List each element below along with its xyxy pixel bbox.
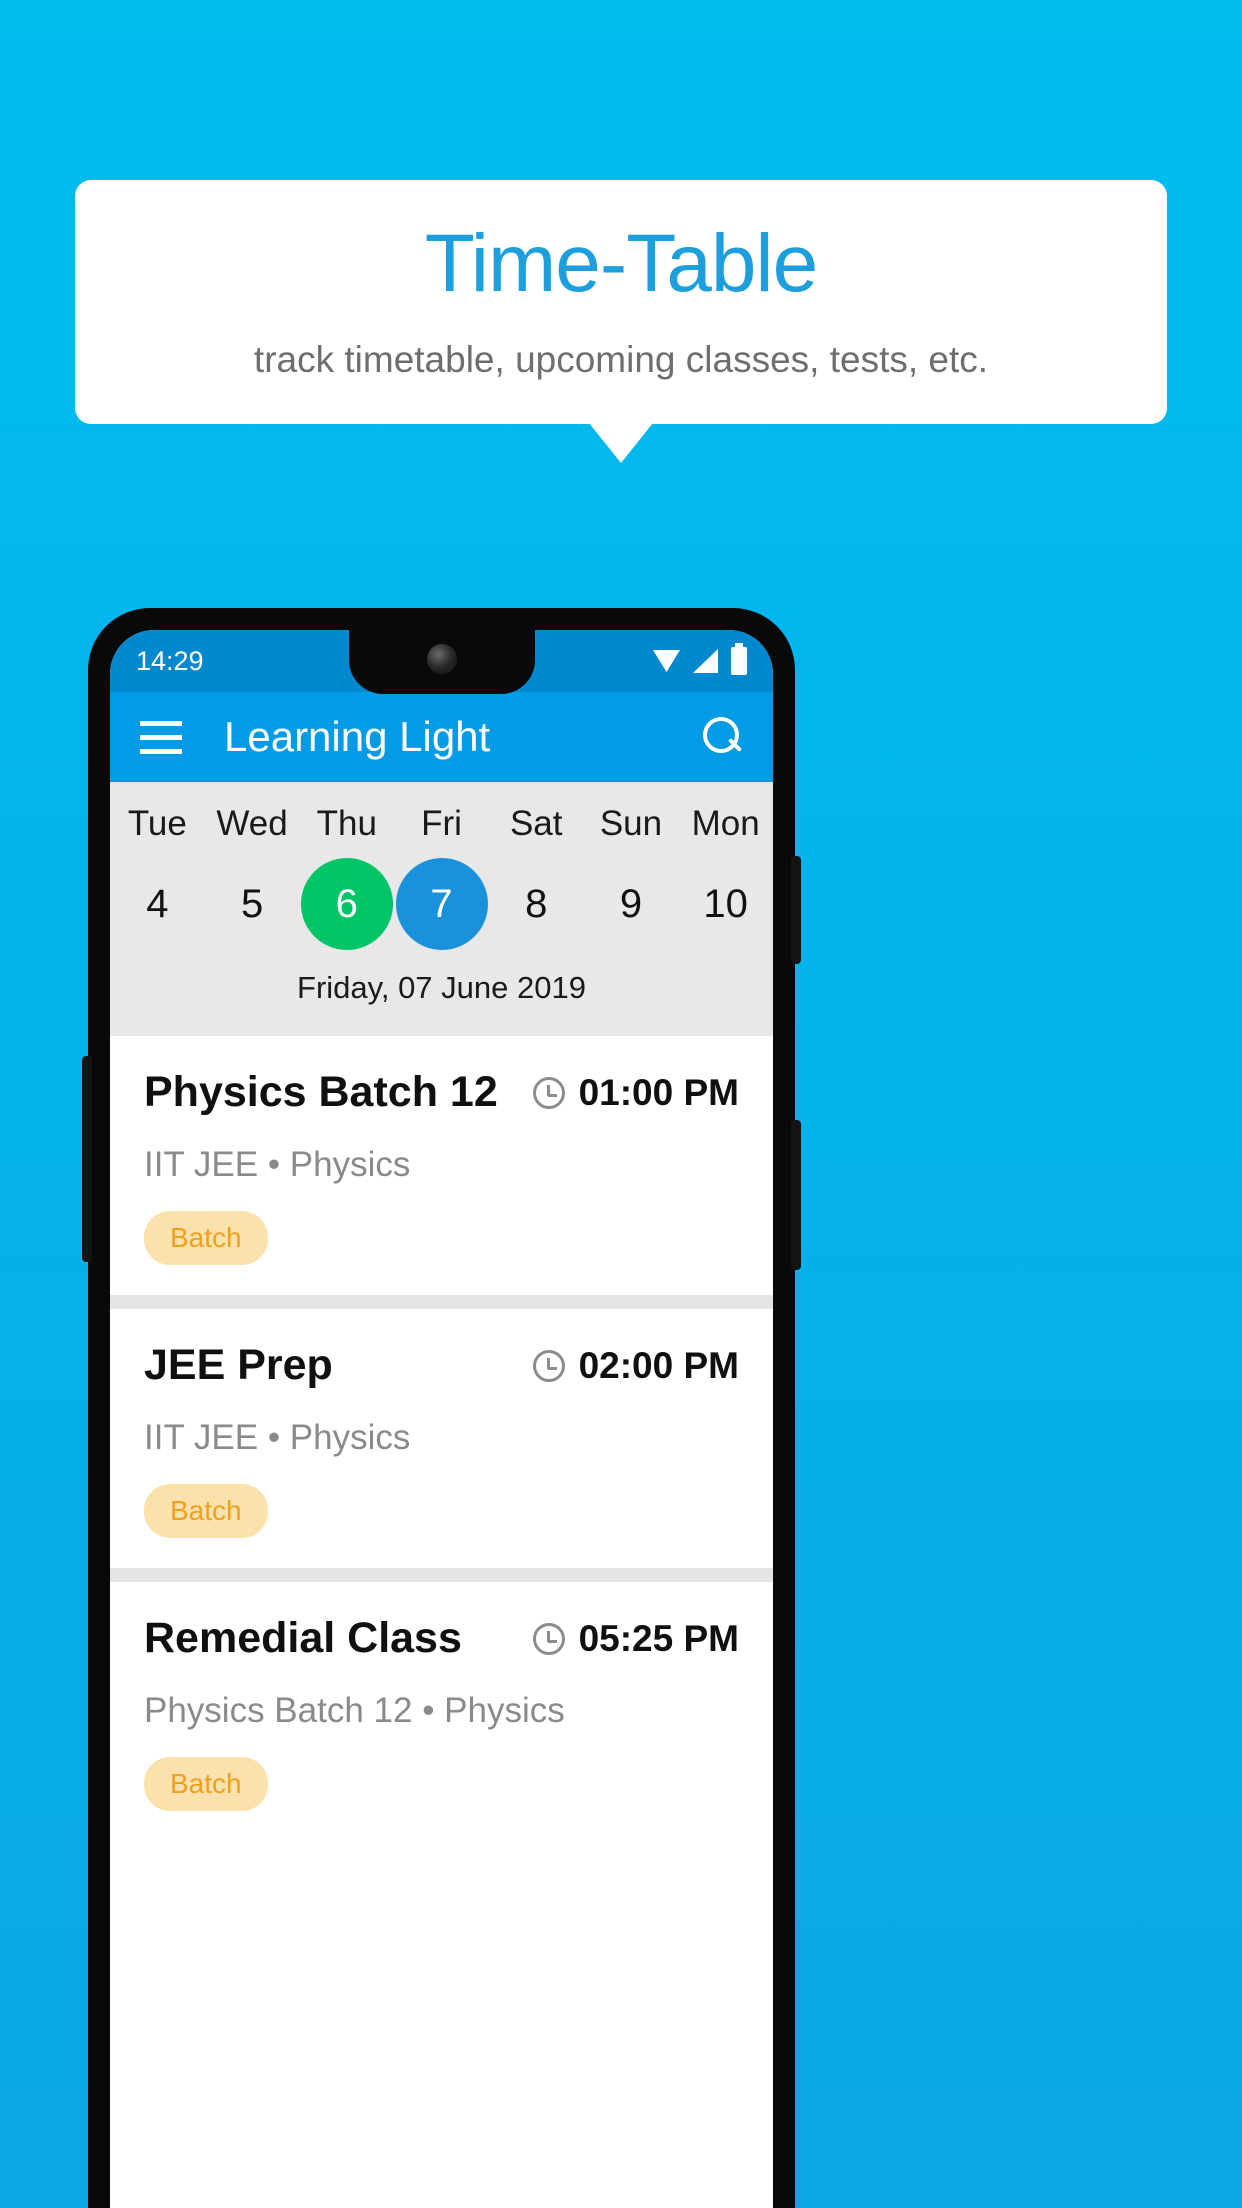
weekday-label[interactable]: Thu xyxy=(299,798,394,858)
day-number[interactable]: 10 xyxy=(680,858,772,950)
schedule-card[interactable]: JEE Prep 02:00 PM IIT JEE • Physics Batch xyxy=(110,1309,773,1568)
status-bar-clock: 14:29 xyxy=(136,645,204,676)
weekday-label[interactable]: Wed xyxy=(205,798,300,858)
weekday-label[interactable]: Sat xyxy=(489,798,584,858)
day-number-cell[interactable]: 8 xyxy=(489,858,584,950)
day-number-cell[interactable]: 6 xyxy=(299,858,394,950)
status-bar-icons xyxy=(653,643,747,675)
schedule-card-time: 01:00 PM xyxy=(532,1071,739,1114)
schedule-card-chip: Batch xyxy=(144,1484,268,1538)
day-number-cell[interactable]: 10 xyxy=(678,858,773,950)
weekday-label[interactable]: Mon xyxy=(678,798,773,858)
battery-icon xyxy=(731,643,747,675)
schedule-list: Physics Batch 12 01:00 PM IIT JEE • Physic… xyxy=(110,1036,773,1841)
phone-mockup: 14:29 Learning Light Tue Wed Thu Fri Sat Sun M… xyxy=(82,608,801,2208)
weekday-label[interactable]: Fri xyxy=(394,798,489,858)
schedule-card-header: Remedial Class 05:25 PM xyxy=(144,1614,739,1663)
promo-card-tail xyxy=(589,423,653,463)
schedule-card-subtitle: IIT JEE • Physics xyxy=(144,1418,411,1457)
day-numbers-row: 4 5 6 7 8 9 10 xyxy=(110,858,773,950)
day-number-today[interactable]: 6 xyxy=(300,858,393,950)
schedule-card-time: 02:00 PM xyxy=(532,1344,739,1387)
page-subtitle: track timetable, upcoming classes, tests… xyxy=(253,339,989,380)
day-number[interactable]: 9 xyxy=(585,858,677,950)
weekday-label[interactable]: Tue xyxy=(110,798,205,858)
schedule-card-title: Remedial Class xyxy=(144,1614,462,1662)
schedule-card-chip: Batch xyxy=(144,1211,268,1265)
schedule-card-title: Physics Batch 12 xyxy=(144,1068,498,1116)
selected-date-label: Friday, 07 June 2019 xyxy=(297,970,586,1005)
wifi-icon xyxy=(653,650,680,672)
schedule-card-time-value: 05:25 PM xyxy=(578,1617,739,1659)
schedule-card-header: Physics Batch 12 01:00 PM xyxy=(144,1068,739,1117)
hamburger-bar xyxy=(140,720,182,726)
day-number[interactable]: 5 xyxy=(206,858,298,950)
clock-icon xyxy=(532,1076,565,1109)
weekday-label[interactable]: Sun xyxy=(584,798,679,858)
schedule-card-subtitle: IIT JEE • Physics xyxy=(144,1145,411,1184)
app-bar-title: Learning Light xyxy=(224,713,491,760)
day-number[interactable]: 4 xyxy=(111,858,203,950)
schedule-card-subtitle: Physics Batch 12 • Physics xyxy=(144,1691,565,1730)
day-number-cell[interactable]: 4 xyxy=(110,858,205,950)
schedule-card-title: JEE Prep xyxy=(144,1341,333,1389)
hamburger-icon[interactable] xyxy=(140,720,182,754)
clock-icon xyxy=(532,1349,565,1382)
day-number-cell[interactable]: 9 xyxy=(584,858,679,950)
phone-button-left xyxy=(82,1056,92,1262)
clock-icon xyxy=(532,1622,565,1655)
weekday-labels-row: Tue Wed Thu Fri Sat Sun Mon xyxy=(110,798,773,858)
schedule-card-chip: Batch xyxy=(144,1757,268,1811)
schedule-card-time-value: 01:00 PM xyxy=(578,1071,739,1113)
phone-button-volume xyxy=(791,1120,801,1270)
date-strip: Tue Wed Thu Fri Sat Sun Mon 4 5 6 7 8 9 10 Friday, 0… xyxy=(110,782,773,1036)
day-number-cell[interactable]: 7 xyxy=(394,858,489,950)
day-number-selected[interactable]: 7 xyxy=(395,858,488,950)
promo-card: Time-Table track timetable, upcoming cla… xyxy=(75,180,1167,424)
schedule-card[interactable]: Physics Batch 12 01:00 PM IIT JEE • Physic… xyxy=(110,1036,773,1295)
hamburger-bar xyxy=(140,734,182,740)
schedule-card[interactable]: Remedial Class 05:25 PM Physics Batch 12 •… xyxy=(110,1582,773,1841)
phone-notch xyxy=(348,630,535,694)
schedule-card-time: 05:25 PM xyxy=(532,1617,739,1660)
schedule-card-header: JEE Prep 02:00 PM xyxy=(144,1341,739,1390)
signal-icon xyxy=(693,649,718,673)
day-number-cell[interactable]: 5 xyxy=(205,858,300,950)
day-number[interactable]: 8 xyxy=(490,858,582,950)
schedule-card-time-value: 02:00 PM xyxy=(578,1344,739,1386)
search-icon[interactable] xyxy=(703,717,743,757)
page-title: Time-Table xyxy=(424,218,819,309)
front-camera-icon xyxy=(426,644,457,674)
phone-screen: 14:29 Learning Light Tue Wed Thu Fri Sat Sun M… xyxy=(110,630,773,2208)
hamburger-bar xyxy=(140,748,182,754)
phone-button-power xyxy=(791,856,801,964)
app-bar: Learning Light xyxy=(110,692,773,782)
